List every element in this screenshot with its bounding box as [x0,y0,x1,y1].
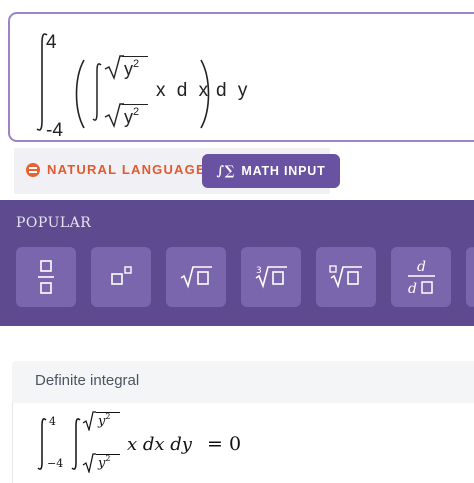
math-input-button[interactable]: ∫∑ MATH INPUT [202,154,340,188]
result-inner-integral-sign [71,418,81,470]
equals-badge-icon [26,162,40,177]
result-expression: 4 −4 y2 y2 x dx dy = 0 [35,409,295,475]
outer-lower-limit: -4 [46,120,63,141]
inner-upper-radicand: y2 [124,58,140,79]
result-inner-upper-radical-icon [82,411,96,431]
result-inner-lower-radicand: y2 [98,454,111,471]
result-lower-limit: −4 [47,457,64,470]
result-upper-limit: 4 [49,415,56,428]
result-title: Definite integral [35,372,140,389]
input-expression: 4 -4 y2 y2 x d x d y [34,26,474,141]
result-body: 4 −4 y2 y2 x dx dy = 0 [12,403,474,483]
nth-root-button[interactable] [316,247,376,307]
result-pod: Definite integral 4 −4 y2 y2 x dx dy = 0 [12,361,474,483]
svg-text:3: 3 [256,266,262,276]
fraction-icon [38,260,54,294]
outer-differential: d y [216,80,251,101]
svg-text:d: d [408,281,417,297]
result-equals-sign: = [207,433,223,455]
result-integrand: x dx dy [127,434,192,455]
math-input-label: MATH INPUT [241,164,326,178]
svg-text:d: d [417,259,426,275]
palette-next-button-partial[interactable] [466,247,474,307]
superscript-button[interactable] [91,247,151,307]
square-root-icon [180,266,212,289]
superscript-icon [111,266,132,285]
math-input-field[interactable]: 4 -4 y2 y2 x d x d y [8,12,474,142]
natural-language-label: NATURAL LANGUAGE [47,162,206,177]
natural-language-button[interactable]: NATURAL LANGUAGE [26,162,206,177]
right-paren [200,59,210,129]
palette-title: POPULAR [16,215,92,231]
cube-root-button[interactable]: 3 [241,247,301,307]
result-value: 0 [229,433,242,455]
fraction-button[interactable] [16,247,76,307]
nth-root-icon [329,265,362,289]
result-inner-upper-radicand: y2 [98,412,111,429]
inner-upper-radical-icon [104,55,124,80]
derivative-icon: d d [408,259,435,297]
cube-root-icon: 3 [255,266,287,289]
square-root-button[interactable] [166,247,226,307]
popular-palette: POPULAR 3 d d [0,200,474,326]
inner-lower-radical-icon [104,103,124,128]
inner-lower-radicand: y2 [124,106,140,127]
input-mode-toggle: NATURAL LANGUAGE ∫∑ MATH INPUT [14,148,340,194]
inner-integral-sign [92,63,102,121]
integral-sum-icon: ∫∑ [216,163,236,179]
result-inner-lower-radical-icon [82,453,96,473]
outer-upper-limit: 4 [46,32,57,53]
derivative-button[interactable]: d d [391,247,451,307]
left-paren [75,59,85,129]
